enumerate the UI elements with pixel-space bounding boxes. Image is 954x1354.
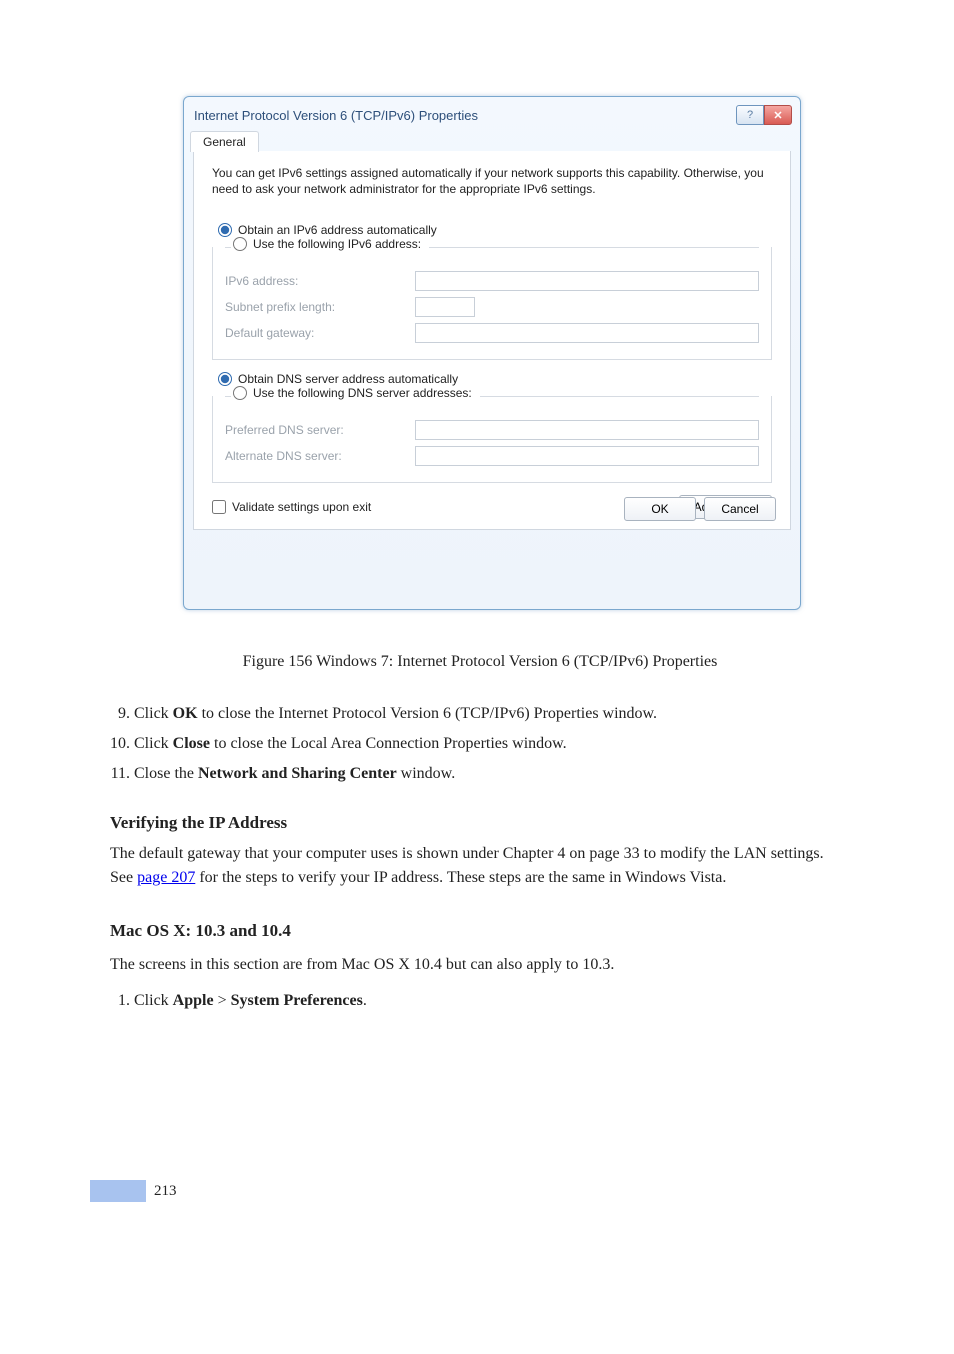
radio-ipv6-manual[interactable]: Use the following IPv6 address: — [231, 237, 423, 251]
page-body-text: Figure 156 Windows 7: Internet Protocol … — [110, 650, 850, 1019]
page-number: 213 — [154, 1180, 177, 1202]
macosx-heading: Mac OS X: 10.3 and 10.4 — [110, 918, 850, 944]
preferred-dns-label: Preferred DNS server: — [225, 423, 415, 437]
radio-dns-manual-input[interactable] — [233, 386, 247, 400]
validate-checkbox[interactable]: Validate settings upon exit — [212, 500, 371, 514]
default-gateway-input[interactable] — [415, 323, 759, 343]
radio-ipv6-manual-label: Use the following IPv6 address: — [253, 237, 421, 251]
dialog-footer: OK Cancel — [624, 497, 776, 521]
page-tab-decoration — [90, 1180, 146, 1202]
verify-heading: Verifying the IP Address — [110, 810, 850, 836]
radio-dns-auto[interactable]: Obtain DNS server address automatically — [218, 372, 772, 386]
alternate-dns-input[interactable] — [415, 446, 759, 466]
titlebar-buttons: ? ✕ — [736, 105, 792, 125]
ok-button[interactable]: OK — [624, 497, 696, 521]
dialog-title: Internet Protocol Version 6 (TCP/IPv6) P… — [194, 108, 478, 123]
ipv6-address-fieldset: Use the following IPv6 address: IPv6 add… — [212, 247, 772, 360]
alternate-dns-label: Alternate DNS server: — [225, 449, 415, 463]
mac-steps-list: Click Apple > System Preferences. — [110, 989, 850, 1013]
validate-checkbox-label: Validate settings upon exit — [232, 500, 371, 514]
help-icon[interactable]: ? — [736, 105, 764, 125]
radio-ipv6-manual-input[interactable] — [233, 237, 247, 251]
dialog-description: You can get IPv6 settings assigned autom… — [212, 165, 772, 197]
ipv6-address-label: IPv6 address: — [225, 274, 415, 288]
validate-checkbox-input[interactable] — [212, 500, 226, 514]
default-gateway-label: Default gateway: — [225, 326, 415, 340]
tab-general[interactable]: General — [190, 131, 259, 152]
subnet-prefix-label: Subnet prefix length: — [225, 300, 415, 314]
steps-list: Click OK to close the Internet Protocol … — [110, 702, 850, 786]
step-9: Click OK to close the Internet Protocol … — [134, 702, 850, 726]
dns-fieldset: Use the following DNS server addresses: … — [212, 396, 772, 483]
radio-ipv6-auto-label: Obtain an IPv6 address automatically — [238, 223, 437, 237]
macosx-paragraph: The screens in this section are from Mac… — [110, 953, 850, 977]
page-link[interactable]: page 207 — [137, 869, 195, 886]
titlebar: Internet Protocol Version 6 (TCP/IPv6) P… — [184, 97, 800, 131]
ipv6-properties-dialog: Internet Protocol Version 6 (TCP/IPv6) P… — [183, 96, 801, 610]
radio-dns-manual-label: Use the following DNS server addresses: — [253, 386, 472, 400]
ipv6-address-input[interactable] — [415, 271, 759, 291]
close-icon[interactable]: ✕ — [764, 105, 792, 125]
radio-dns-auto-label: Obtain DNS server address automatically — [238, 372, 458, 386]
preferred-dns-input[interactable] — [415, 420, 759, 440]
radio-ipv6-auto[interactable]: Obtain an IPv6 address automatically — [218, 223, 772, 237]
subnet-prefix-input[interactable] — [415, 297, 475, 317]
verify-paragraph: The default gateway that your computer u… — [110, 842, 850, 890]
radio-dns-manual[interactable]: Use the following DNS server addresses: — [231, 386, 474, 400]
step-11: Close the Network and Sharing Center win… — [134, 762, 850, 786]
figure-caption: Figure 156 Windows 7: Internet Protocol … — [110, 650, 850, 674]
radio-dns-auto-input[interactable] — [218, 372, 232, 386]
step-10: Click Close to close the Local Area Conn… — [134, 732, 850, 756]
mac-step-1: Click Apple > System Preferences. — [134, 989, 850, 1013]
cancel-button[interactable]: Cancel — [704, 497, 776, 521]
radio-ipv6-auto-input[interactable] — [218, 223, 232, 237]
